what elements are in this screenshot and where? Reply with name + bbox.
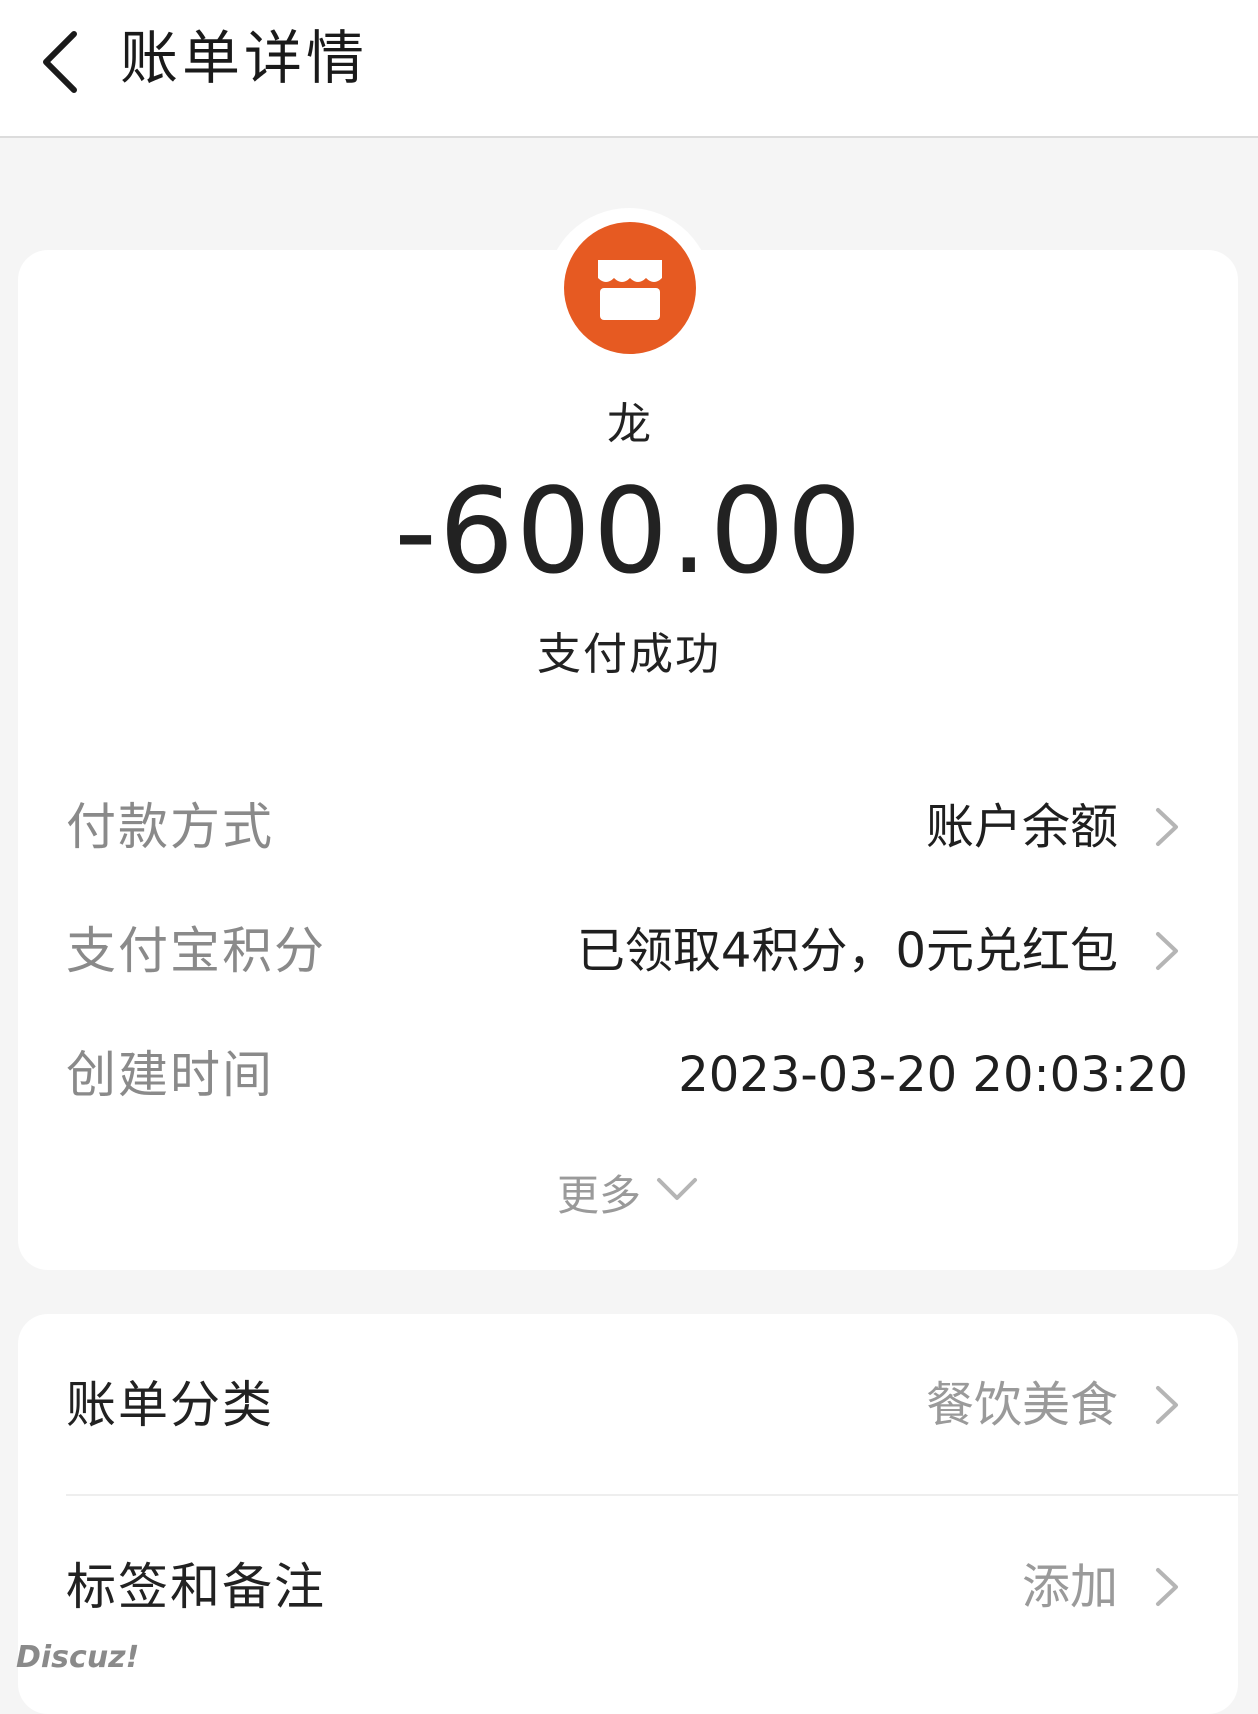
more-toggle-row: 更多	[0, 1162, 1258, 1223]
tags-notes-label: 标签和备注	[66, 1558, 326, 1616]
chevron-left-icon	[43, 31, 77, 93]
back-button[interactable]	[22, 22, 102, 102]
chevron-right-icon	[1144, 928, 1188, 974]
tags-notes-value: 添加	[1021, 1559, 1118, 1615]
divider	[66, 1494, 1238, 1496]
bill-category-label: 账单分类	[66, 1376, 274, 1434]
merchant-name: 龙	[607, 399, 651, 450]
created-time-value: 2023-03-20 20:03:20	[678, 1047, 1188, 1103]
merchant-avatar	[546, 208, 712, 374]
chevron-right-icon	[1144, 1564, 1188, 1610]
payment-status: 支付成功	[537, 629, 721, 680]
points-value: 已领取4积分，0元兑红包	[576, 923, 1118, 979]
more-label: 更多	[556, 1171, 641, 1220]
points-row[interactable]: 支付宝积分 已领取4积分，0元兑红包	[66, 916, 1188, 986]
top-bar: 账单详情	[0, 0, 1258, 138]
transaction-amount: -600.00	[394, 462, 864, 600]
more-button[interactable]: 更多	[557, 1162, 701, 1223]
chevron-right-icon	[1144, 1382, 1188, 1428]
created-time-row: 创建时间 2023-03-20 20:03:20	[66, 1040, 1188, 1110]
bill-category-value: 餐饮美食	[925, 1377, 1118, 1433]
chevron-right-icon	[1144, 804, 1188, 850]
payment-method-row[interactable]: 付款方式 账户余额	[66, 792, 1188, 862]
store-icon	[598, 260, 662, 320]
page-title: 账单详情	[120, 24, 369, 92]
payment-method-label: 付款方式	[66, 798, 274, 856]
created-time-label: 创建时间	[66, 1046, 274, 1104]
bill-category-row[interactable]: 账单分类 餐饮美食	[66, 1370, 1188, 1440]
tags-notes-row[interactable]: 标签和备注 添加	[66, 1552, 1188, 1622]
payment-method-value: 账户余额	[925, 799, 1118, 855]
points-label: 支付宝积分	[66, 922, 326, 980]
chevron-down-icon	[657, 1178, 697, 1200]
watermark: Discuz!	[16, 1640, 140, 1675]
